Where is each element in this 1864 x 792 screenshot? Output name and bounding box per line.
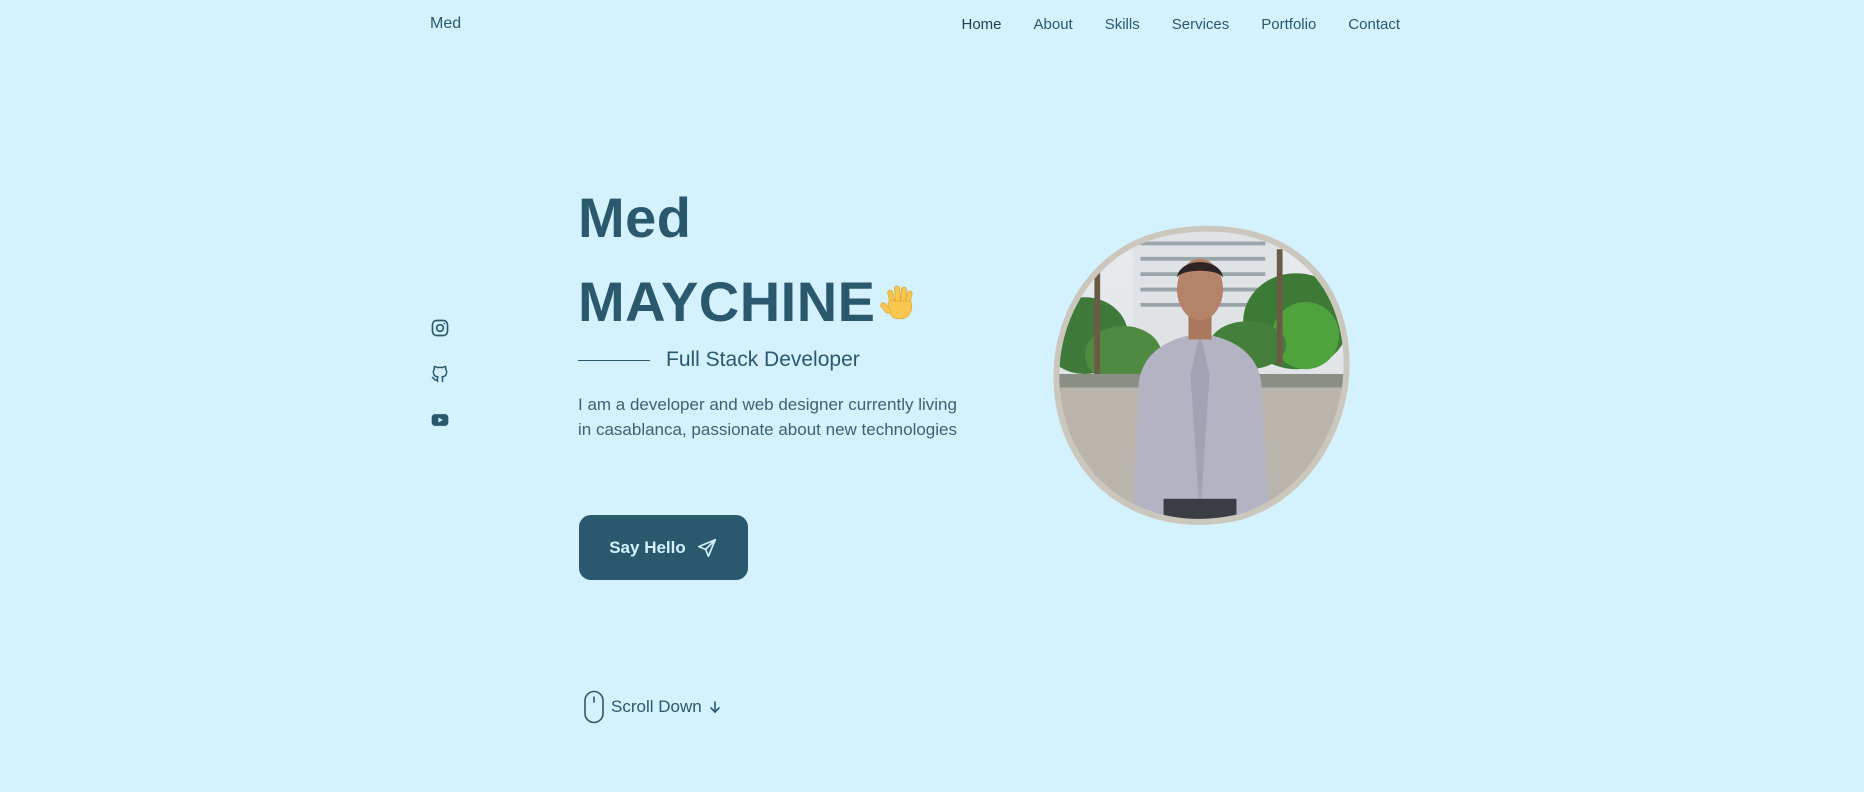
social-links bbox=[430, 318, 450, 430]
hero-subtitle: Full Stack Developer bbox=[666, 348, 860, 371]
page: Med Home About Skills Services Portfolio… bbox=[0, 0, 1864, 792]
main-nav: Home About Skills Services Portfolio Con… bbox=[962, 16, 1401, 33]
scroll-down-link[interactable]: Scroll Down bbox=[583, 690, 722, 724]
youtube-link[interactable] bbox=[430, 410, 450, 430]
youtube-icon bbox=[431, 414, 449, 426]
nav-home[interactable]: Home bbox=[962, 16, 1002, 33]
hero-first-name: Med bbox=[578, 186, 692, 249]
subtitle-row: Full Stack Developer bbox=[578, 348, 860, 372]
scroll-down-label: Scroll Down bbox=[611, 697, 702, 716]
nav-skills[interactable]: Skills bbox=[1105, 16, 1140, 33]
nav-services[interactable]: Services bbox=[1172, 16, 1230, 33]
instagram-icon bbox=[431, 319, 449, 337]
arrow-down-icon bbox=[708, 700, 722, 714]
instagram-link[interactable] bbox=[430, 318, 450, 338]
nav-portfolio[interactable]: Portfolio bbox=[1261, 16, 1316, 33]
github-link[interactable] bbox=[430, 364, 450, 384]
logo-link[interactable]: Med bbox=[430, 15, 461, 33]
waving-hand-icon bbox=[879, 282, 920, 322]
site-header: Med Home About Skills Services Portfolio… bbox=[430, 0, 1400, 48]
nav-contact[interactable]: Contact bbox=[1348, 16, 1400, 33]
hero-last-name: MAYCHINE bbox=[578, 270, 876, 333]
github-icon bbox=[431, 365, 448, 383]
mouse-icon bbox=[583, 690, 605, 724]
hero-last-name-row: MAYCHINE bbox=[578, 260, 920, 344]
profile-photo bbox=[1050, 224, 1352, 526]
nav-about[interactable]: About bbox=[1034, 16, 1073, 33]
paper-plane-icon bbox=[697, 538, 716, 557]
profile-image bbox=[1053, 225, 1350, 525]
say-hello-label: Say Hello bbox=[609, 537, 686, 557]
subtitle-divider bbox=[578, 359, 650, 361]
say-hello-button[interactable]: Say Hello bbox=[579, 515, 748, 580]
hero-description: I am a developer and web designer curren… bbox=[578, 395, 957, 439]
hero-name: Med MAYCHINE bbox=[578, 176, 920, 344]
